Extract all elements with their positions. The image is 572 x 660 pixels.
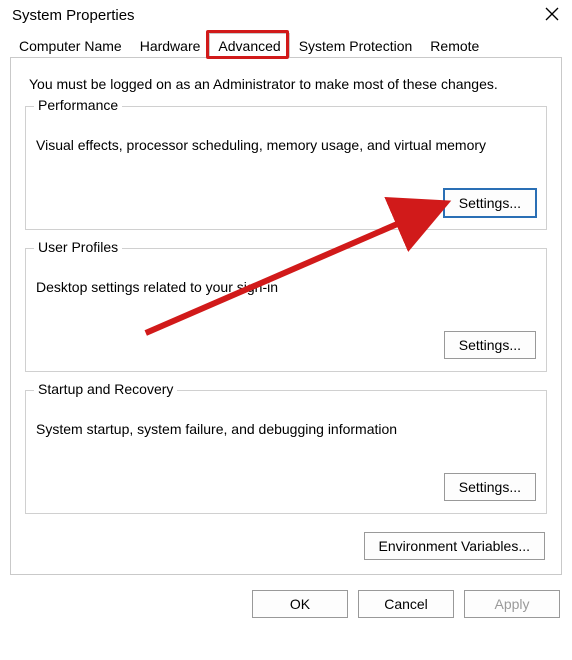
- apply-button[interactable]: Apply: [464, 590, 560, 618]
- close-icon[interactable]: [544, 6, 560, 25]
- environment-variables-button[interactable]: Environment Variables...: [364, 532, 545, 560]
- group-startup-recovery-desc: System startup, system failure, and debu…: [36, 421, 536, 437]
- cancel-button[interactable]: Cancel: [358, 590, 454, 618]
- tab-content: You must be logged on as an Administrato…: [10, 57, 562, 575]
- group-user-profiles: User Profiles Desktop settings related t…: [25, 248, 547, 372]
- tabstrip: Computer Name Hardware Advanced System P…: [0, 33, 572, 58]
- ok-button[interactable]: OK: [252, 590, 348, 618]
- group-startup-recovery-title: Startup and Recovery: [34, 381, 177, 397]
- tab-computer-name[interactable]: Computer Name: [10, 33, 131, 58]
- performance-settings-button[interactable]: Settings...: [444, 189, 536, 217]
- dialog-buttons: OK Cancel Apply: [0, 576, 572, 618]
- group-performance: Performance Visual effects, processor sc…: [25, 106, 547, 230]
- group-performance-title: Performance: [34, 97, 122, 113]
- group-performance-desc: Visual effects, processor scheduling, me…: [36, 137, 536, 153]
- titlebar: System Properties: [0, 0, 572, 33]
- window-title: System Properties: [12, 7, 135, 24]
- tab-remote[interactable]: Remote: [421, 33, 488, 58]
- tab-hardware[interactable]: Hardware: [131, 33, 210, 58]
- tab-advanced[interactable]: Advanced: [209, 33, 289, 58]
- group-user-profiles-title: User Profiles: [34, 239, 122, 255]
- startup-recovery-settings-button[interactable]: Settings...: [444, 473, 536, 501]
- group-user-profiles-desc: Desktop settings related to your sign-in: [36, 279, 536, 295]
- user-profiles-settings-button[interactable]: Settings...: [444, 331, 536, 359]
- intro-text: You must be logged on as an Administrato…: [29, 76, 543, 92]
- group-startup-recovery: Startup and Recovery System startup, sys…: [25, 390, 547, 514]
- tab-system-protection[interactable]: System Protection: [290, 33, 422, 58]
